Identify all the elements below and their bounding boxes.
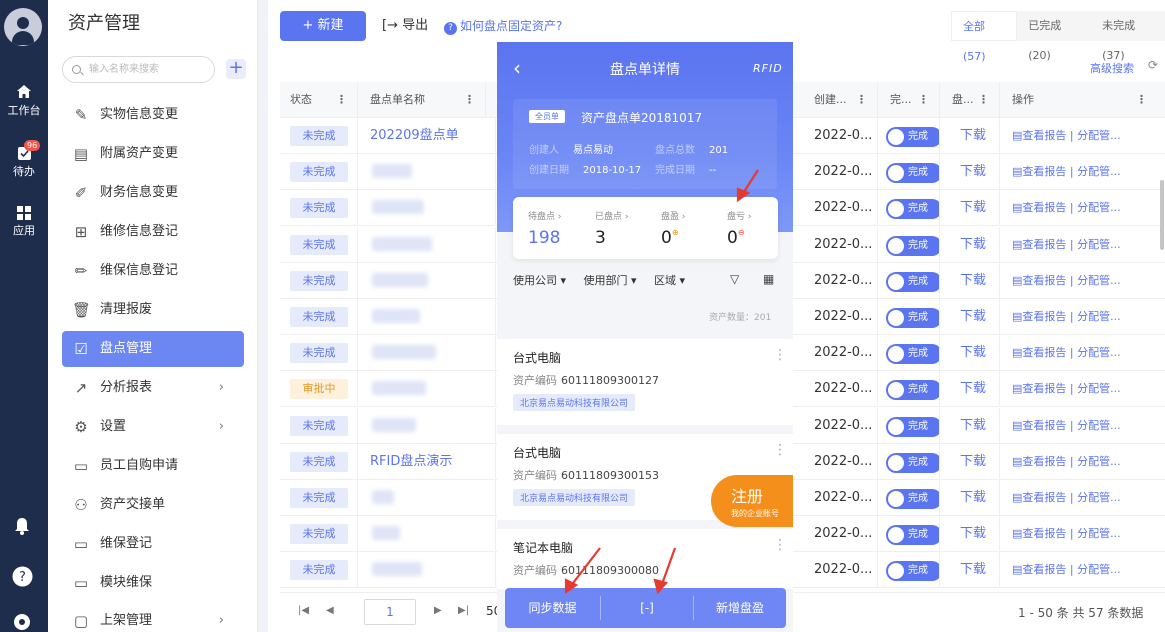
annotation-arrows xyxy=(564,169,759,595)
